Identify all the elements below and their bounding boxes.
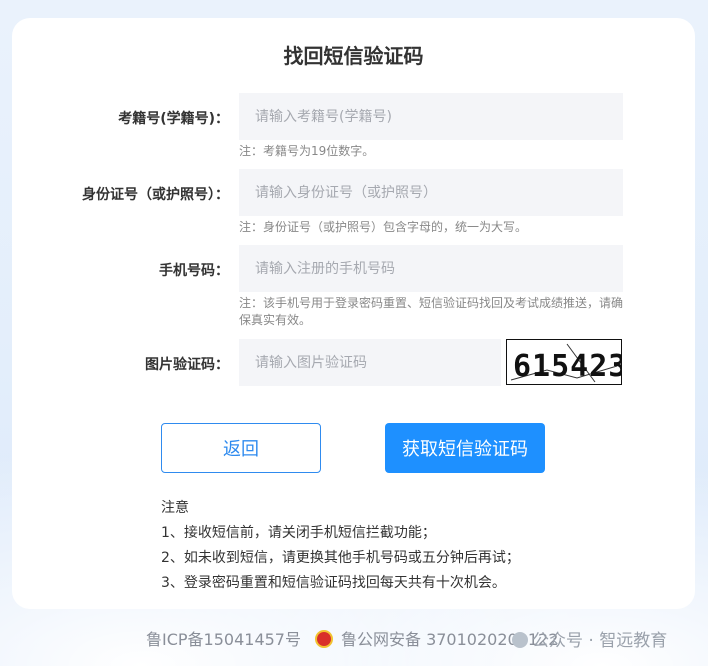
captcha-text: 615423 xyxy=(513,349,622,384)
retrieve-sms-code-card: 找回短信验证码 考籍号(学籍号)： 注：考籍号为19位数字。 身份证号（或护照号… xyxy=(12,18,695,609)
page-title: 找回短信验证码 xyxy=(283,44,424,68)
get-sms-code-button[interactable]: 获取短信验证码 xyxy=(385,423,545,473)
captcha-label: 图片验证码： xyxy=(145,357,229,373)
id-card-note: 注：身份证号（或护照号）包含字母的，统一为大写。 xyxy=(239,220,528,234)
exam-id-note: 注：考籍号为19位数字。 xyxy=(239,144,375,158)
phone-note: 注：该手机号用于登录密码重置、短信验证码找回及考试成绩推送，请确保真实有效。 xyxy=(239,296,624,327)
icp-link[interactable]: 鲁ICP备15041457号 xyxy=(146,630,301,649)
police-badge-icon xyxy=(314,630,333,648)
phone-label: 手机号码： xyxy=(159,263,229,279)
exam-id-input[interactable] xyxy=(239,93,623,140)
notice-item: 1、接收短信前，请关闭手机短信拦截功能； xyxy=(161,525,436,541)
notice-heading: 注意 xyxy=(161,500,189,516)
notice-section: 注意 1、接收短信前，请关闭手机短信拦截功能； 2、如未收到短信，请更换其他手机… xyxy=(161,496,520,596)
watermark-text: 公众号 · 智远教育 xyxy=(532,631,668,651)
captcha-image[interactable]: 615423 xyxy=(506,339,622,385)
notice-item: 3、登录密码重置和短信验证码找回每天共有十次机会。 xyxy=(161,575,506,591)
exam-id-label: 考籍号(学籍号)： xyxy=(118,111,229,127)
notice-item: 2、如未收到短信，请更换其他手机号码或五分钟后再试； xyxy=(161,550,520,566)
watermark: 公众号 · 智远教育 xyxy=(512,626,667,651)
phone-input[interactable] xyxy=(239,245,623,292)
captcha-input[interactable] xyxy=(239,339,501,386)
id-card-input[interactable] xyxy=(239,169,623,216)
wechat-icon xyxy=(512,632,528,648)
back-button[interactable]: 返回 xyxy=(161,423,321,473)
id-card-label: 身份证号（或护照号）： xyxy=(82,187,229,203)
footer: 鲁ICP备15041457号 鲁公网安备 3701020200122 xyxy=(146,626,558,650)
